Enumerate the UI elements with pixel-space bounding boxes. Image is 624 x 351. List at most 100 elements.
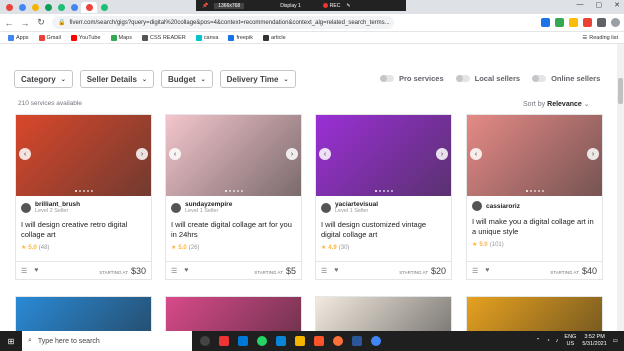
menu-icon[interactable]: ☰ [171, 267, 177, 275]
sort-dropdown[interactable]: Sort by Relevance ⌄ [523, 100, 590, 108]
notification-icon[interactable]: ▭ [613, 338, 618, 344]
back-icon[interactable]: ← [4, 18, 14, 28]
seller-name[interactable]: brilliant_brush [35, 201, 80, 208]
bookmark-item[interactable]: CSS READER [142, 34, 186, 41]
url-field[interactable]: 🔒 fiverr.com/search/gigs?query=digital%2… [52, 16, 394, 29]
close-icon[interactable]: ✕ [614, 1, 620, 9]
menu-icon[interactable]: ☰ [21, 267, 27, 275]
reading-list[interactable]: ☰ Reading list [582, 35, 618, 41]
pen-icon[interactable]: ✎ [346, 3, 350, 9]
seller-name[interactable]: cassiaroriz [486, 203, 520, 210]
gig-card[interactable]: ‹ › cassiaroriz I will make you a digita… [466, 114, 603, 280]
gig-card-image-partial[interactable] [165, 296, 302, 332]
chevron-right-icon[interactable]: › [436, 148, 448, 160]
toggle-pro-services[interactable]: Pro services [380, 74, 444, 83]
resolution-label[interactable]: 1366x768 [214, 2, 245, 9]
reload-icon[interactable]: ↻ [36, 17, 46, 28]
carousel-dot[interactable] [382, 190, 385, 192]
filter-category-button[interactable]: Category ⌄ [14, 70, 73, 88]
pin-icon[interactable]: 📌 [202, 3, 208, 9]
avatar[interactable] [21, 202, 31, 213]
minimize-icon[interactable]: — [577, 1, 584, 9]
page-scrollbar[interactable] [617, 44, 624, 331]
price[interactable]: STARTING AT $40 [550, 266, 597, 276]
carousel-dot[interactable] [537, 190, 540, 192]
toggle-switch[interactable] [532, 75, 547, 82]
chevron-left-icon[interactable]: ‹ [169, 148, 181, 160]
carousel-dot[interactable] [374, 190, 377, 192]
gig-title[interactable]: I will make you a digital collage art in… [472, 217, 597, 237]
chevron-right-icon[interactable]: › [587, 148, 599, 160]
display-label[interactable]: Display 1 [280, 3, 301, 9]
price[interactable]: STARTING AT $5 [254, 266, 296, 276]
edge-icon[interactable] [276, 336, 286, 346]
carousel-dot[interactable] [390, 190, 393, 192]
gig-title[interactable]: I will design creative retro digital col… [21, 220, 146, 240]
volume-icon[interactable]: ♪ [556, 338, 559, 344]
firefox-icon[interactable] [333, 336, 343, 346]
heart-icon[interactable]: ♥ [184, 267, 188, 274]
extension-icon[interactable] [583, 18, 592, 27]
gig-image[interactable]: ‹ › [166, 115, 301, 196]
carousel-dot[interactable] [86, 190, 89, 192]
avatar[interactable] [171, 202, 181, 213]
taskbar-search[interactable]: ⌕ Type here to search [22, 331, 192, 351]
forward-icon[interactable]: → [20, 18, 30, 28]
gig-card-image-partial[interactable] [466, 296, 603, 332]
toggle-online-sellers[interactable]: Online sellers [532, 74, 600, 83]
brave-icon[interactable] [314, 336, 324, 346]
carousel-dot[interactable] [232, 190, 235, 192]
gig-card-image-partial[interactable] [315, 296, 452, 332]
carousel-dot[interactable] [228, 190, 231, 192]
heart-icon[interactable]: ♥ [34, 267, 38, 274]
extension-icon[interactable] [555, 18, 564, 27]
word-icon[interactable] [352, 336, 362, 346]
gig-card-image-partial[interactable] [15, 296, 152, 332]
carousel-dot[interactable] [236, 190, 239, 192]
browser-tab[interactable] [42, 2, 54, 13]
seller-name[interactable]: yaciartevisual [335, 201, 378, 208]
bookmark-item[interactable]: Maps [110, 34, 132, 41]
toggle-switch[interactable] [380, 75, 394, 82]
avatar[interactable] [321, 202, 331, 213]
gig-card[interactable]: ‹ › yaciartevisual Level 1 Seller I will… [315, 114, 452, 280]
extension-icon[interactable] [541, 18, 550, 27]
chevron-right-icon[interactable]: › [136, 148, 148, 160]
carousel-dot[interactable] [78, 190, 81, 192]
vscode-icon[interactable] [238, 336, 248, 346]
extension-icon[interactable] [597, 18, 606, 27]
carousel-dot[interactable] [386, 190, 389, 192]
clock[interactable]: 3:52 PM 5/31/2021 [582, 334, 606, 348]
browser-tab[interactable] [81, 1, 97, 13]
gig-title[interactable]: I will create digital collage art for yo… [171, 220, 296, 240]
windows-start-icon[interactable]: ⊞ [0, 331, 22, 351]
carousel-dot[interactable] [541, 190, 544, 192]
chevron-left-icon[interactable]: ‹ [470, 148, 482, 160]
network-icon[interactable]: ◔ [546, 338, 549, 344]
avatar[interactable] [472, 201, 482, 211]
price[interactable]: STARTING AT $20 [399, 266, 446, 276]
gig-card[interactable]: ‹ › brilliant_brush Level 2 Seller I wil… [15, 114, 152, 280]
carousel-dot[interactable] [533, 190, 536, 192]
chevron-up-icon[interactable]: ⌃ [536, 338, 541, 344]
gig-title[interactable]: I will design customized vintage digital… [321, 220, 446, 240]
browser-tab[interactable] [16, 2, 28, 13]
filter-budget-button[interactable]: Budget ⌄ [161, 70, 213, 88]
heart-icon[interactable]: ♥ [485, 267, 489, 274]
carousel-dot[interactable] [90, 190, 93, 192]
file-explorer-icon[interactable] [295, 336, 305, 346]
gig-card[interactable]: ‹ › sundayzempire Level 1 Seller I will … [165, 114, 302, 280]
chrome-icon[interactable] [371, 336, 381, 346]
whatsapp-icon[interactable] [257, 336, 267, 346]
browser-tab[interactable] [68, 2, 80, 13]
gig-image[interactable]: ‹ › [467, 115, 602, 196]
carousel-dot[interactable] [240, 190, 243, 192]
bookmark-item[interactable]: Gmail [38, 34, 61, 41]
profile-icon[interactable] [611, 18, 620, 27]
recorder-app-icon[interactable] [219, 336, 229, 346]
chevron-left-icon[interactable]: ‹ [319, 148, 331, 160]
carousel-dot[interactable] [529, 190, 532, 192]
bookmark-item[interactable]: freepik [228, 34, 253, 41]
browser-tab[interactable] [55, 2, 67, 13]
bookmark-item[interactable]: YouTube [70, 34, 101, 41]
